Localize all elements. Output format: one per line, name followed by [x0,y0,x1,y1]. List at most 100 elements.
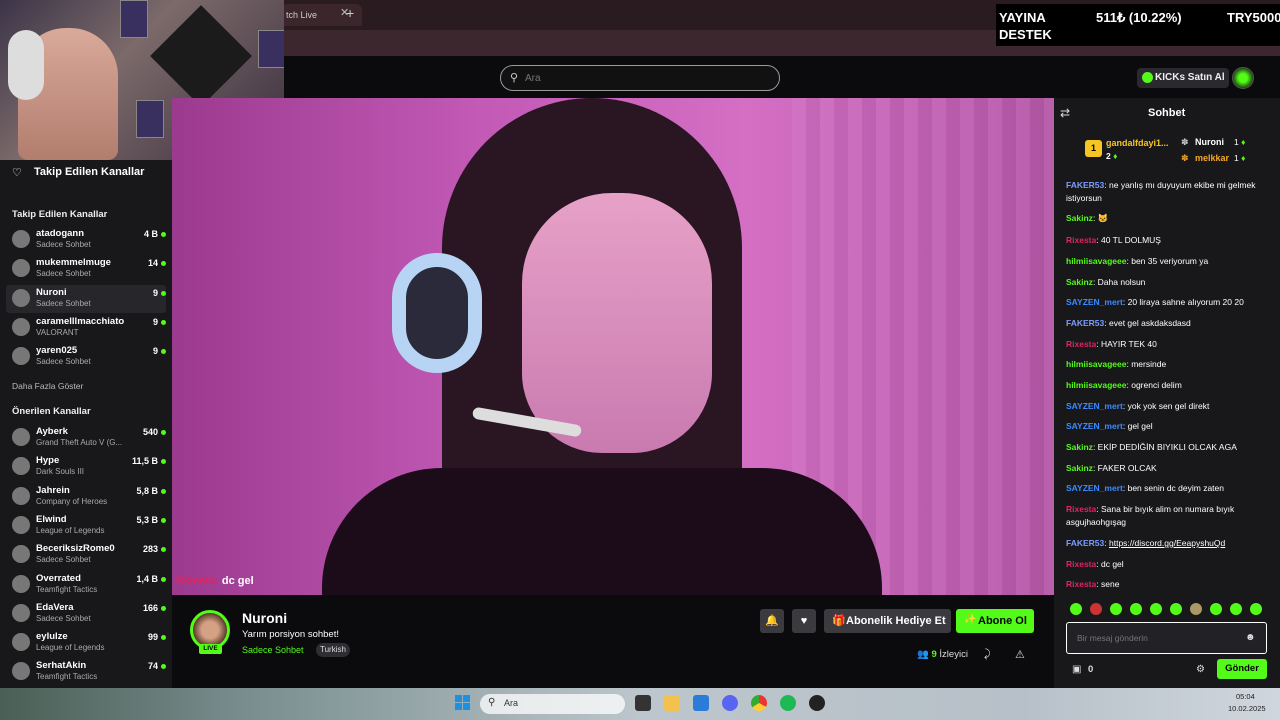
chat-username[interactable]: hilmiisavageee [1066,380,1126,390]
gear-icon[interactable]: ⚙ [1196,664,1205,675]
chat-username[interactable]: Rixesta [1066,579,1096,589]
report-icon[interactable]: ⚠ [1015,648,1025,661]
chat-message-input[interactable] [1075,630,1235,646]
sidebar-item-elwind[interactable]: Elwind League of Legends 5,3 B [6,512,166,540]
send-button[interactable]: Gönder [1217,659,1267,679]
share-icon[interactable]: ⤸ [984,648,991,661]
viewer-number: 9 [931,649,937,660]
emote-icon[interactable] [1150,603,1162,615]
windows-start-icon[interactable] [455,695,471,711]
collapse-chat-icon[interactable]: ⇄ [1060,106,1070,120]
sidebar-item-eylulze[interactable]: eylulze League of Legends 99 [6,629,166,657]
channel-viewers: 5,3 B [136,514,158,525]
sidebar-item-serhatakin[interactable]: SerhatAkin Teamfight Tactics 74 [6,658,166,686]
followed-channels-header[interactable]: Takip Edilen Kanallar [34,166,144,178]
subscribe-button[interactable]: ✨ Abone Ol [956,609,1034,633]
emote-icon[interactable] [1170,603,1182,615]
chat-username[interactable]: Rixesta [1066,504,1096,514]
sidebar-item-caramelllmacchiato[interactable]: caramelllmacchiato VALORANT 9 [6,314,166,342]
gifter-name[interactable]: Nuroni [1195,137,1224,147]
notification-bell-button[interactable]: 🔔 [760,609,784,633]
search-input[interactable] [523,69,763,87]
sidebar-item-nuroni[interactable]: Nuroni Sadece Sohbet 9 [6,284,166,313]
emote-icon[interactable] [1210,603,1222,615]
discord-icon[interactable] [722,695,738,711]
chat-message: hilmiisavageee: mersinde [1066,359,1167,369]
streamer-name[interactable]: Nuroni [242,610,287,626]
emote-icon[interactable] [1110,603,1122,615]
taskbar-search[interactable]: ⚲ Ara [480,694,625,714]
channel-viewers: 99 [147,632,158,643]
follow-heart-button[interactable]: ♥ [792,609,816,633]
chat-username[interactable]: Sakinz [1066,463,1093,473]
channel-name: mukemmelmuge [36,257,111,269]
chat-username[interactable]: SAYZEN_mert [1066,421,1123,431]
gifter-name[interactable]: melkkar [1195,153,1229,163]
chrome-icon[interactable] [751,695,767,711]
chat-username[interactable]: SAYZEN_mert [1066,483,1123,493]
channel-viewers: 11,5 B [131,456,158,467]
stream-category[interactable]: Sadece Sohbet [242,645,304,655]
video-player[interactable] [172,98,1054,595]
chat-username[interactable]: Sakinz [1066,213,1093,223]
channel-avatar [12,574,30,593]
chat-username[interactable]: SAYZEN_mert [1066,401,1123,411]
sidebar-item-beceriksizrome0[interactable]: BeceriksizRome0 Sadece Sohbet 283 [6,541,166,569]
chat-username[interactable]: FAKER53 [1066,180,1104,190]
stream-title: Yarım porsiyon sohbet! [242,629,339,640]
channel-category: Grand Theft Auto V (G... [36,438,123,447]
emote-icon[interactable] [1250,603,1262,615]
chat-input-box[interactable] [1066,622,1267,654]
emote-icon[interactable] [1230,603,1242,615]
chat-username[interactable]: FAKER53 [1066,318,1104,328]
channel-avatar [12,545,30,564]
chat-username[interactable]: Rixesta [1066,339,1096,349]
sidebar-item-edavera[interactable]: EdaVera Sadece Sohbet 166 [6,600,166,628]
chat-username[interactable]: SAYZEN_mert [1066,297,1123,307]
clock-time: 05:04 [1236,692,1255,701]
sidebar-item-ayberk[interactable]: Ayberk Grand Theft Auto V (G... 540 [6,424,166,452]
file-explorer-icon[interactable] [664,695,680,711]
sidebar-item-mukemmelmuge[interactable]: mukemmelmuge Sadece Sohbet 14 [6,255,166,283]
chat-username[interactable]: Rixesta [1066,235,1096,245]
channel-viewers: 9 [152,346,158,357]
sidebar-item-atadogann[interactable]: atadogann Sadece Sohbet 4 B [6,226,166,254]
sidebar-item-yaren025[interactable]: yaren025 Sadece Sohbet 9 [6,343,166,371]
show-more-link[interactable]: Daha Fazla Göster [12,381,83,391]
emote-bar [1068,603,1268,617]
live-dot [161,232,166,237]
emoji-picker-icon[interactable]: ☻ [1245,632,1256,643]
chat-username[interactable]: Sakinz [1066,277,1093,287]
chat-username[interactable]: Rixesta [1066,559,1096,569]
video-headset [392,253,482,373]
spotify-icon[interactable] [780,695,796,711]
search-box[interactable]: ⚲ [500,65,780,91]
gift-subscription-button[interactable]: 🎁 Abonelik Hediye Et [824,609,951,633]
chat-username[interactable]: hilmiisavageee [1066,256,1126,266]
emote-icon[interactable] [1070,603,1082,615]
task-view-icon[interactable] [635,695,651,711]
emote-icon[interactable] [1130,603,1142,615]
emote-icon[interactable] [1090,603,1102,615]
channel-viewers: 9 [152,287,158,298]
chat-message: Sakinz: Daha nolsun [1066,277,1146,287]
new-tab-icon[interactable]: + [346,5,354,21]
sparkle-icon: ✨ [964,614,977,625]
chat-link[interactable]: https://discord.gg/EeapyshuQd [1109,538,1225,548]
channel-category: Company of Heroes [36,496,108,506]
channel-points-icon[interactable]: ▣ [1072,664,1081,675]
emote-icon[interactable] [1190,603,1202,615]
app-icon[interactable] [809,695,825,711]
sidebar-item-hype[interactable]: Hype Dark Souls III 11,5 B [6,453,166,481]
kicks-buy-button[interactable]: KICKs Satın Al [1137,68,1229,88]
channel-category: Sadece Sohbet [36,357,91,367]
store-icon[interactable] [693,695,709,711]
sidebar-item-overrated[interactable]: Overrated Teamfight Tactics 1,4 B [6,571,166,599]
chat-username[interactable]: Sakinz [1066,442,1093,452]
user-avatar[interactable] [1232,67,1254,89]
sidebar-item-jahrein[interactable]: Jahrein Company of Heroes 5,8 B [6,483,166,511]
top-gifter-name[interactable]: gandalfdayi1... [1106,138,1169,148]
language-tag[interactable]: Turkish [316,643,350,657]
chat-username[interactable]: FAKER53 [1066,538,1104,548]
chat-username[interactable]: hilmiisavageee [1066,359,1126,369]
